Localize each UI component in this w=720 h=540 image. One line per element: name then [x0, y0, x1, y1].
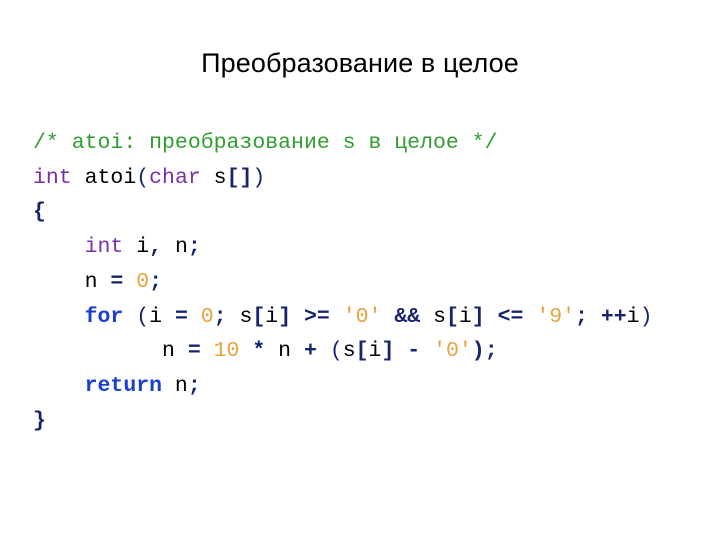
code-listing: /* atoi: преобразование s в целое */ int …: [33, 126, 698, 438]
code-token-op: }: [33, 408, 46, 433]
code-token-keyword: int: [33, 165, 72, 190]
line-decl: int i, n;: [33, 230, 698, 265]
code-token-plain: i: [265, 304, 279, 329]
code-token-plain: s: [420, 304, 446, 329]
line-close-brace: }: [33, 404, 698, 439]
code-token-op: ;: [213, 304, 227, 329]
code-token-plain: s: [226, 304, 253, 329]
code-token-op: =: [174, 304, 188, 329]
code-token-punct: ): [639, 304, 653, 329]
code-token-op: *: [252, 339, 266, 364]
code-token-plain: i: [368, 339, 382, 364]
line-comment: /* atoi: преобразование s в целое */: [33, 126, 698, 161]
code-token-op: -: [407, 339, 421, 364]
code-token-op: &&: [394, 304, 421, 329]
code-token-plain: i: [123, 235, 150, 260]
code-token-op: ]: [278, 304, 292, 329]
code-token-plain: i: [626, 304, 640, 329]
code-token-str: '0': [433, 339, 472, 364]
code-token-num: 0: [136, 269, 150, 294]
line-for: for (i = 0; s[i] >= '0' && s[i] <= '9'; …: [33, 300, 698, 335]
code-token-op: ++: [600, 304, 627, 329]
code-token-op: >=: [304, 304, 330, 329]
line-signature: int atoi(char s[]): [33, 161, 698, 196]
code-token-op: []: [226, 165, 253, 190]
code-token-op: ): [471, 339, 485, 364]
code-token-plain: n: [162, 235, 188, 260]
code-token-op: [: [252, 304, 266, 329]
code-token-punct: (: [329, 339, 343, 364]
code-token-kwbold: return: [84, 373, 163, 398]
code-token-plain: s: [200, 165, 227, 190]
code-token-op: ;: [484, 339, 498, 364]
code-token-plain: i: [458, 304, 472, 329]
code-token-num: 0: [200, 304, 214, 329]
code-token-op: [: [445, 304, 459, 329]
code-token-num: 10: [213, 339, 240, 364]
code-token-op: +: [304, 339, 317, 364]
code-token-op: ;: [187, 373, 201, 398]
code-token-comment: /* atoi: преобразование s в целое */: [33, 131, 498, 155]
code-token-op: =: [110, 269, 124, 294]
code-token-plain: i: [149, 304, 175, 329]
code-token-keyword: int: [84, 235, 124, 260]
code-token-op: ;: [187, 235, 201, 260]
code-token-plain: n: [33, 269, 111, 294]
code-token-op: ;: [149, 269, 163, 294]
code-token-op: ]: [381, 339, 395, 364]
code-token-kwbold: for: [84, 304, 124, 329]
code-token-plain: atoi: [71, 165, 137, 190]
code-token-op: [: [355, 339, 369, 364]
code-token-op: ]: [471, 304, 485, 329]
page-title: Преобразование в целое: [201, 48, 519, 78]
code-token-punct: (: [136, 304, 150, 329]
line-init-n: n = 0;: [33, 265, 698, 300]
code-token-plain: n: [33, 339, 188, 364]
line-return: return n;: [33, 369, 698, 404]
code-token-str: '0': [342, 304, 382, 329]
line-accumulate: n = 10 * n + (s[i] - '0');: [33, 334, 698, 369]
code-token-plain: s: [342, 339, 356, 364]
code-token-str: '9': [536, 304, 576, 329]
code-token-op: =: [187, 339, 201, 364]
code-token-op: ;: [575, 304, 588, 329]
code-token-punct: (: [136, 165, 150, 190]
code-token-op: ,: [149, 235, 163, 260]
code-token-keyword: char: [149, 165, 201, 190]
code-token-op: {: [33, 200, 46, 225]
code-token-plain: n: [265, 339, 304, 364]
code-token-punct: ): [252, 165, 266, 190]
code-token-op: <=: [497, 304, 524, 329]
code-token-plain: n: [162, 373, 188, 398]
line-open-brace: {: [33, 195, 698, 230]
slide-canvas: Преобразование в целое /* atoi: преобраз…: [0, 0, 720, 540]
